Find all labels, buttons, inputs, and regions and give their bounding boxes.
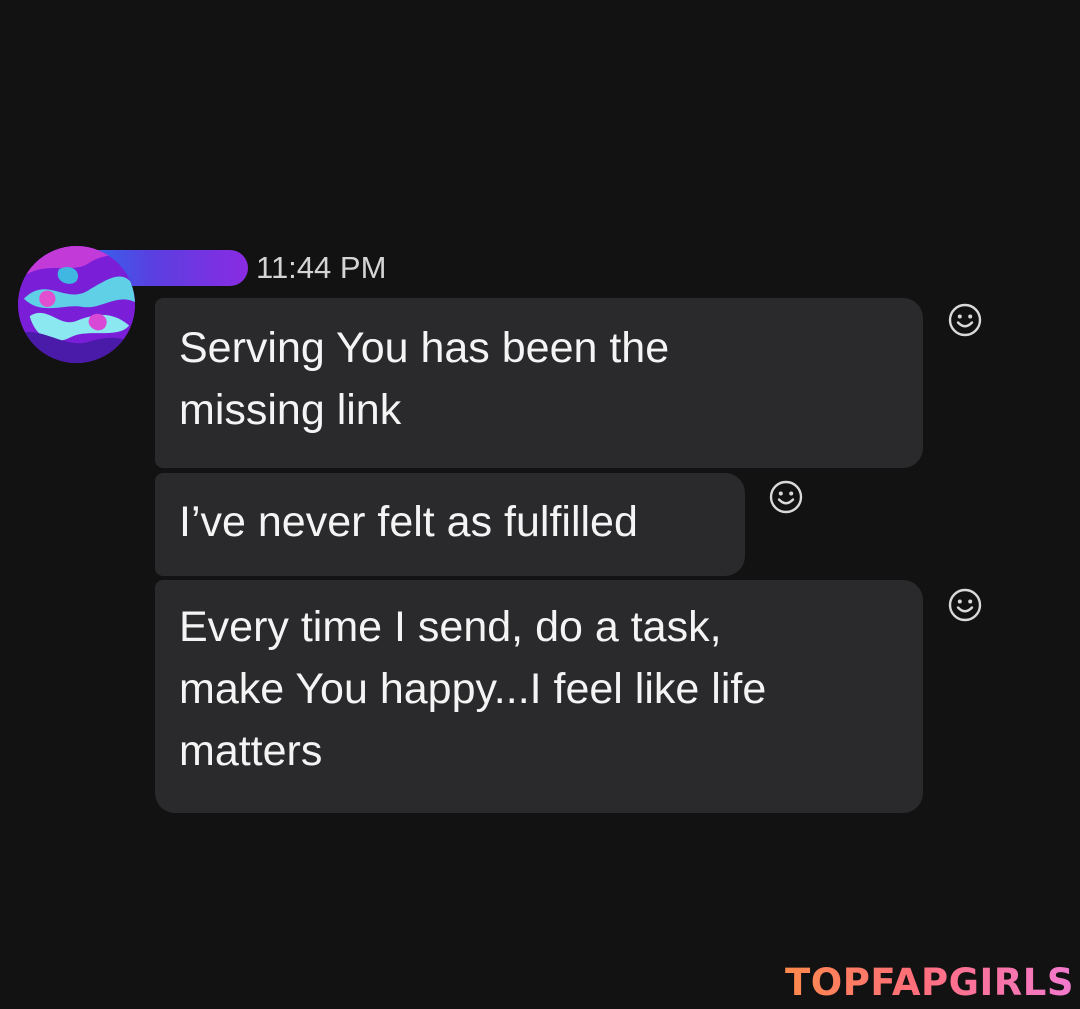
message-text-line: I’ve never felt as fulfilled [179, 498, 638, 546]
avatar-image [18, 246, 135, 363]
message-text-line: Serving You has been the [179, 324, 670, 372]
message-text-line: matters [179, 727, 323, 775]
avatar[interactable] [18, 246, 135, 363]
smiley-react-icon[interactable] [947, 587, 983, 623]
message-bubble[interactable]: I’ve never felt as fulfilled [155, 473, 745, 576]
message-timestamp: 11:44 PM [256, 250, 387, 285]
message-bubble[interactable]: Every time I send, do a task, make You h… [155, 580, 923, 813]
message-bubble[interactable]: Serving You has been the missing link [155, 298, 923, 468]
smiley-react-icon[interactable] [947, 302, 983, 338]
message-text-line: missing link [179, 386, 402, 434]
smiley-react-icon[interactable] [768, 479, 804, 515]
message-text-line: Every time I send, do a task, [179, 603, 722, 651]
message-text-line: make You happy...I feel like life [179, 665, 767, 713]
watermark-logo: TOPFAPGIRLS [785, 961, 1074, 1004]
